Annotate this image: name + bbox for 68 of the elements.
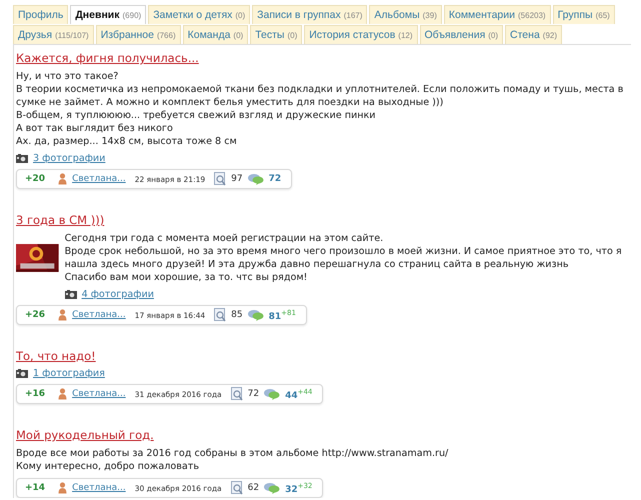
- tab-count: (115/107): [55, 30, 89, 40]
- tab[interactable]: Команда (0): [182, 25, 248, 44]
- tab-count: (0): [235, 10, 246, 20]
- rating: +16: [25, 389, 46, 399]
- tab[interactable]: Группы (65): [552, 5, 615, 24]
- speech-bubbles-icon: [264, 482, 280, 494]
- photos-link[interactable]: 4 фотографии: [82, 289, 154, 300]
- tab-count: (167): [344, 10, 362, 20]
- post-title[interactable]: Кажется, фигня получилась...: [16, 51, 199, 65]
- user-icon: [58, 388, 68, 400]
- tab[interactable]: Альбомы (39): [369, 5, 442, 24]
- tab[interactable]: Тесты (0): [250, 25, 302, 44]
- tab[interactable]: Стена (92): [505, 25, 562, 44]
- post-title[interactable]: 3 года в СМ ))): [16, 213, 104, 227]
- author-link[interactable]: Светлана...: [72, 483, 126, 493]
- comments-count: 81$^{+81}$: [268, 308, 296, 322]
- speech-bubbles-icon: [248, 309, 264, 321]
- magnifier-page-icon: [214, 172, 226, 186]
- magnifier-page-icon: [230, 387, 243, 401]
- photos-link[interactable]: 3 фотографии: [33, 153, 106, 164]
- author-link[interactable]: Светлана...: [72, 310, 126, 320]
- tab-count: (56203): [518, 10, 546, 20]
- tab[interactable]: Избранное (766): [96, 25, 181, 44]
- user-icon: [58, 482, 68, 494]
- author-link[interactable]: Светлана...: [72, 174, 126, 184]
- tab[interactable]: История статусов (12): [304, 25, 418, 44]
- post-title[interactable]: То, что надо!: [16, 349, 96, 363]
- speech-bubbles-icon: [248, 173, 264, 185]
- magnifier-page-icon: [214, 308, 226, 322]
- author-link[interactable]: Светлана...: [72, 389, 126, 399]
- magnifier-page-icon: [230, 481, 243, 495]
- comments-count: 72: [268, 174, 282, 184]
- tab-count: (766): [156, 30, 176, 40]
- views-count: 85: [231, 310, 243, 320]
- rating: +20: [25, 174, 46, 184]
- tab-count: (0): [287, 30, 298, 40]
- tab-count: (39): [422, 10, 437, 20]
- tab[interactable]: Объявления (0): [420, 25, 504, 44]
- camera-icon: [64, 290, 77, 299]
- rating: +14: [25, 483, 46, 493]
- tab[interactable]: Профиль: [13, 5, 68, 24]
- speech-bubbles-icon: [264, 388, 280, 400]
- tab-count: (0): [233, 30, 244, 40]
- post-text: Ну, и что это такое? В теории косметичка из непромокаемой ткани без подкладки и уплотнителей. Если положить помаду и тушь, места в сумке не займет. А можно и комплект белья уместить для поездки на выходные ))) В-общем, я туплюююю... требуется свежий взгляд и дружеские пинки А вот так выглядит без никого Ах. да, размер... 14х8 см, высота тоже 8 см: [16, 70, 624, 148]
- tab-count: (690): [122, 10, 142, 20]
- user-icon: [58, 173, 68, 185]
- views-count: 72: [248, 389, 260, 399]
- post-title[interactable]: Мой рукодельный год.: [16, 428, 154, 442]
- tab-count: (0): [488, 30, 498, 40]
- comments-count: 32$^{+32}$: [285, 482, 312, 494]
- camera-icon: [16, 154, 28, 163]
- user-icon: [58, 309, 68, 321]
- tab-count: (12): [398, 30, 413, 40]
- post-text: Вроде все мои работы за 2016 год собраны в этом альбоме http://www.stranamam.ru/ Кому интересно, добро пожаловать: [16, 447, 450, 473]
- tab[interactable]: Дневник (690): [70, 5, 146, 24]
- tab[interactable]: Записи в группах (167): [252, 5, 368, 24]
- post-text: Сегодня три года с момента моей регистрации на этом сайте. Вроде срок небольшой, но за это время много чего произошло в моей жизни. И самое приятное это то, что я нашла здесь много друзей! И эта дружба давно перешагнула со страниц сайта в реальную жизнь Спасибо вам мои хорошие, за то. чтс вы рядом!: [64, 232, 623, 284]
- rating: +26: [25, 310, 46, 320]
- photos-link[interactable]: 1 фотография: [33, 368, 105, 379]
- tab[interactable]: Друзья (115/107): [13, 25, 94, 44]
- views-count: 97: [231, 174, 243, 184]
- comments-count: 44$^{+44}$: [285, 388, 312, 400]
- tab[interactable]: Заметки о детях (0): [148, 5, 250, 24]
- tab[interactable]: Комментарии (56203): [444, 5, 551, 24]
- tab-count: (65): [596, 10, 610, 20]
- camera-icon: [16, 369, 28, 378]
- views-count: 62: [248, 483, 260, 493]
- tab-count: (92): [542, 30, 558, 40]
